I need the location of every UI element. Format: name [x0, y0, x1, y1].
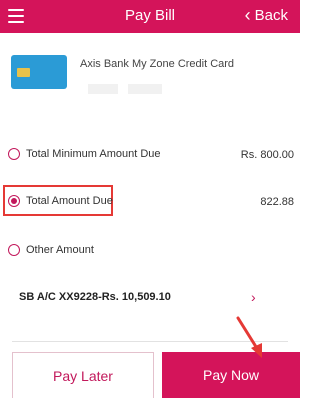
card-chip-icon	[17, 68, 30, 77]
app-header: Pay Bill ‹ Back	[0, 0, 300, 33]
back-button[interactable]: ‹ Back	[244, 5, 288, 25]
back-label: Back	[254, 7, 288, 24]
masked-number	[88, 84, 118, 94]
masked-number	[128, 84, 162, 94]
radio-icon[interactable]	[8, 148, 20, 160]
radio-icon[interactable]	[8, 244, 20, 256]
radio-selected-icon[interactable]	[8, 195, 20, 207]
chevron-left-icon: ‹	[244, 5, 251, 25]
option-label: Other Amount	[26, 244, 94, 256]
annotation-arrow-icon	[236, 316, 262, 358]
option-label: Total Minimum Amount Due	[26, 148, 161, 160]
option-amount: 822.88	[260, 196, 294, 208]
pay-now-button[interactable]: Pay Now	[162, 352, 300, 398]
option-other-amount[interactable]: Other Amount	[8, 244, 94, 256]
option-total-due[interactable]: Total Amount Due	[8, 195, 113, 207]
option-amount: Rs. 800.00	[240, 149, 294, 161]
chevron-right-icon[interactable]: ›	[251, 289, 256, 305]
option-label: Total Amount Due	[26, 195, 113, 207]
pay-later-button[interactable]: Pay Later	[12, 352, 154, 398]
option-minimum-due[interactable]: Total Minimum Amount Due	[8, 148, 161, 160]
account-selector[interactable]: SB A/C XX9228-Rs. 10,509.10	[19, 291, 171, 303]
card-name: Axis Bank My Zone Credit Card	[80, 58, 235, 70]
credit-card-icon	[11, 55, 67, 89]
